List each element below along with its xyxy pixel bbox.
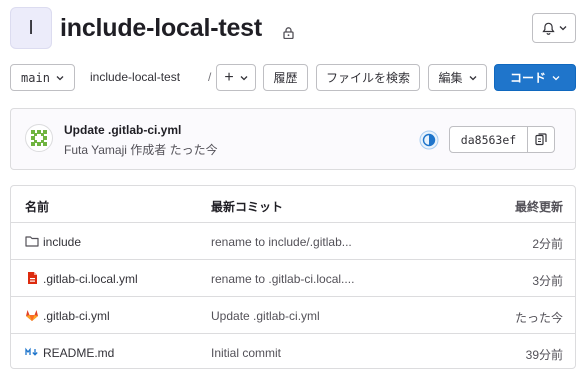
column-header-last-update: 最終更新	[514, 200, 563, 214]
file-last-commit[interactable]: rename to include/.gitlab...	[211, 235, 352, 249]
pipeline-status-running-icon[interactable]	[419, 130, 439, 150]
column-header-name: 名前	[25, 200, 50, 214]
copy-icon	[535, 133, 547, 146]
file-name[interactable]: .gitlab-ci.yml	[43, 309, 110, 323]
notification-button[interactable]	[532, 13, 576, 43]
table-header-row: 名前 最新コミット 最終更新	[11, 186, 575, 223]
history-button[interactable]: 履歴	[263, 64, 308, 91]
user-avatar[interactable]	[25, 124, 53, 152]
find-file-button[interactable]: ファイルを検索	[316, 64, 420, 91]
last-commit-panel: Update .gitlab-ci.yml Futa Yamaji 作成者 たっ…	[10, 108, 576, 170]
commit-author-meta: Futa Yamaji 作成者 たった今	[64, 143, 218, 157]
file-name[interactable]: .gitlab-ci.local.yml	[43, 272, 138, 286]
find-file-label: ファイルを検索	[325, 71, 410, 85]
branch-name: main	[21, 70, 50, 85]
plus-icon: +	[224, 68, 234, 86]
file-last-update: たった今	[514, 311, 563, 325]
project-header: I include-local-test	[10, 7, 576, 51]
lock-icon	[283, 27, 294, 39]
branch-selector[interactable]: main	[10, 64, 75, 91]
code-label: コード	[509, 71, 546, 85]
file-last-update: 39分前	[525, 348, 563, 362]
edit-dropdown-button[interactable]: 編集	[428, 64, 487, 91]
history-label: 履歴	[273, 71, 298, 85]
chevron-down-icon	[559, 26, 566, 31]
table-row[interactable]: .gitlab-ci.yml Update .gitlab-ci.yml たった…	[11, 297, 575, 334]
file-table: 名前 最新コミット 最終更新 include rename to include…	[10, 185, 576, 369]
file-last-update: 2分前	[532, 237, 563, 251]
project-title[interactable]: include-local-test	[60, 14, 262, 43]
breadcrumb-project[interactable]: include-local-test	[90, 70, 180, 84]
project-page: I include-local-test main include-local-…	[0, 0, 586, 371]
file-last-commit[interactable]: Initial commit	[211, 346, 281, 360]
copy-sha-button[interactable]	[528, 127, 554, 152]
project-avatar-letter: I	[28, 16, 34, 39]
yaml-file-icon	[28, 272, 37, 284]
markdown-icon	[25, 347, 38, 356]
commit-sha[interactable]: da8563ef	[450, 127, 528, 152]
chevron-down-icon	[469, 75, 476, 80]
column-header-last-commit: 最新コミット	[211, 200, 284, 214]
project-avatar[interactable]: I	[10, 7, 52, 49]
file-last-update: 3分前	[532, 274, 563, 288]
chevron-down-icon	[56, 75, 64, 80]
file-name[interactable]: include	[43, 235, 81, 249]
file-name[interactable]: README.md	[43, 346, 114, 360]
add-dropdown-button[interactable]: +	[216, 64, 256, 91]
folder-icon	[25, 236, 39, 247]
breadcrumb-separator: /	[208, 70, 212, 84]
bell-icon	[541, 22, 555, 35]
gitlab-ci-icon	[26, 310, 38, 321]
file-last-commit[interactable]: rename to .gitlab-ci.local....	[211, 272, 354, 286]
chevron-down-icon	[240, 75, 248, 80]
code-dropdown-button[interactable]: コード	[494, 64, 576, 91]
chevron-down-icon	[552, 75, 560, 80]
commit-title[interactable]: Update .gitlab-ci.yml	[64, 123, 181, 137]
file-last-commit[interactable]: Update .gitlab-ci.yml	[211, 309, 320, 323]
table-row[interactable]: include rename to include/.gitlab... 2分前	[11, 223, 575, 260]
table-row[interactable]: .gitlab-ci.local.yml rename to .gitlab-c…	[11, 260, 575, 297]
repository-toolbar: main include-local-test / + 履歴 ファイルを検索 編…	[10, 64, 576, 92]
edit-label: 編集	[438, 71, 463, 85]
table-row[interactable]: README.md Initial commit 39分前	[11, 334, 575, 368]
commit-sha-group: da8563ef	[449, 126, 555, 153]
